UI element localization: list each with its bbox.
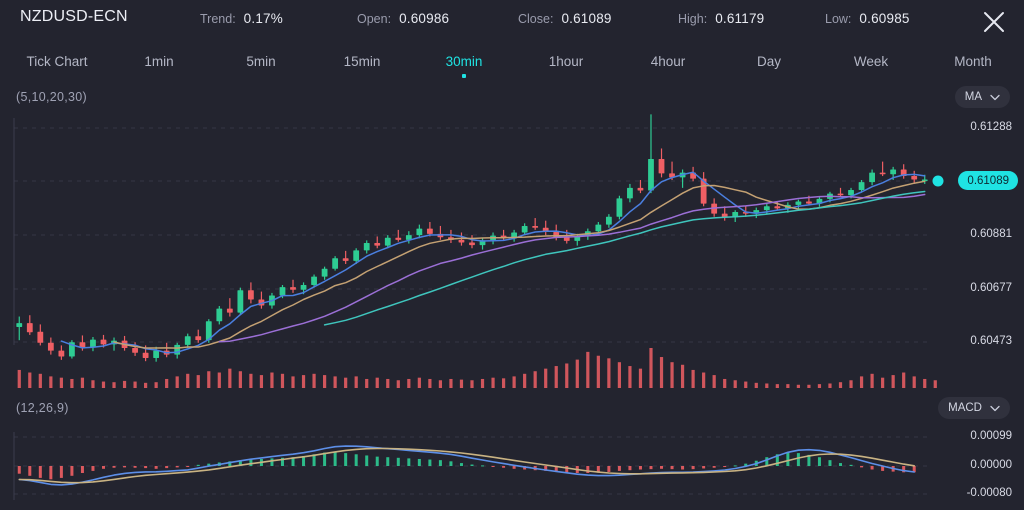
quote-close: Close: 0.61089	[518, 11, 612, 26]
tab-4hour[interactable]: 4hour	[613, 42, 723, 80]
quote-high-label: High:	[678, 12, 707, 26]
quote-open-label: Open:	[357, 12, 391, 26]
tab-label: Week	[854, 54, 888, 69]
tab-label: 4hour	[651, 54, 686, 69]
close-icon[interactable]	[978, 6, 1010, 38]
quote-trend: Trend: 0.17%	[200, 11, 283, 26]
tab-label: Tick Chart	[26, 54, 87, 69]
quote-close-value: 0.61089	[561, 11, 611, 26]
quote-high: High: 0.61179	[678, 11, 764, 26]
price-axis-label: 0.61288	[970, 121, 1012, 133]
ma-params-label: (5,10,20,30)	[16, 90, 87, 104]
tab-tick-chart[interactable]: Tick Chart	[2, 42, 112, 80]
macd-indicator-select[interactable]: MACD	[938, 397, 1010, 419]
ma-indicator-select[interactable]: MA	[955, 86, 1010, 108]
tab-30min[interactable]: 30min	[409, 42, 519, 80]
tab-month[interactable]: Month	[918, 42, 1024, 80]
price-axis-label: 0.60677	[970, 282, 1012, 294]
tab-week[interactable]: Week	[816, 42, 926, 80]
tab-1min[interactable]: 1min	[104, 42, 214, 80]
quote-low: Low: 0.60985	[825, 11, 910, 26]
trading-chart-window: NZDUSD-ECN Trend: 0.17% Open: 0.60986 Cl…	[0, 0, 1024, 510]
tab-day[interactable]: Day	[714, 42, 824, 80]
chevron-down-icon	[990, 94, 1000, 101]
macd-params-label: (12,26,9)	[16, 401, 69, 415]
quote-trend-value: 0.17%	[244, 11, 283, 26]
tab-active-dot	[462, 74, 466, 78]
tab-label: 5min	[246, 54, 275, 69]
timeframe-tab-bar: Tick Chart 1min 5min 15min 30min 1hour 4hour Da…	[0, 42, 1024, 80]
tab-label: 15min	[344, 54, 381, 69]
tab-15min[interactable]: 15min	[307, 42, 417, 80]
macd-axis-label: -0.00080	[967, 487, 1012, 499]
macd-axis-label: 0.00000	[970, 459, 1012, 471]
chart-header: NZDUSD-ECN Trend: 0.17% Open: 0.60986 Cl…	[0, 0, 1024, 40]
symbol-title: NZDUSD-ECN	[20, 8, 128, 26]
tab-label: 1hour	[549, 54, 584, 69]
quote-high-value: 0.61179	[715, 11, 764, 26]
chevron-down-icon	[990, 405, 1000, 412]
price-axis-label: 0.60881	[970, 228, 1012, 240]
current-price-tag: 0.61089	[958, 171, 1018, 190]
tab-1hour[interactable]: 1hour	[511, 42, 621, 80]
quote-low-label: Low:	[825, 12, 851, 26]
tab-label: Month	[954, 54, 992, 69]
quote-close-label: Close:	[518, 12, 553, 26]
quote-low-value: 0.60985	[859, 11, 909, 26]
tab-label: Day	[757, 54, 781, 69]
tab-5min[interactable]: 5min	[206, 42, 316, 80]
quote-trend-label: Trend:	[200, 12, 236, 26]
tab-label: 30min	[446, 54, 483, 69]
macd-axis-label: 0.00099	[970, 430, 1012, 442]
ma-indicator-label: MA	[965, 91, 982, 103]
price-axis-label: 0.60473	[970, 335, 1012, 347]
tab-label: 1min	[144, 54, 173, 69]
quote-open: Open: 0.60986	[357, 11, 449, 26]
macd-indicator-label: MACD	[948, 402, 982, 414]
quote-open-value: 0.60986	[399, 11, 449, 26]
